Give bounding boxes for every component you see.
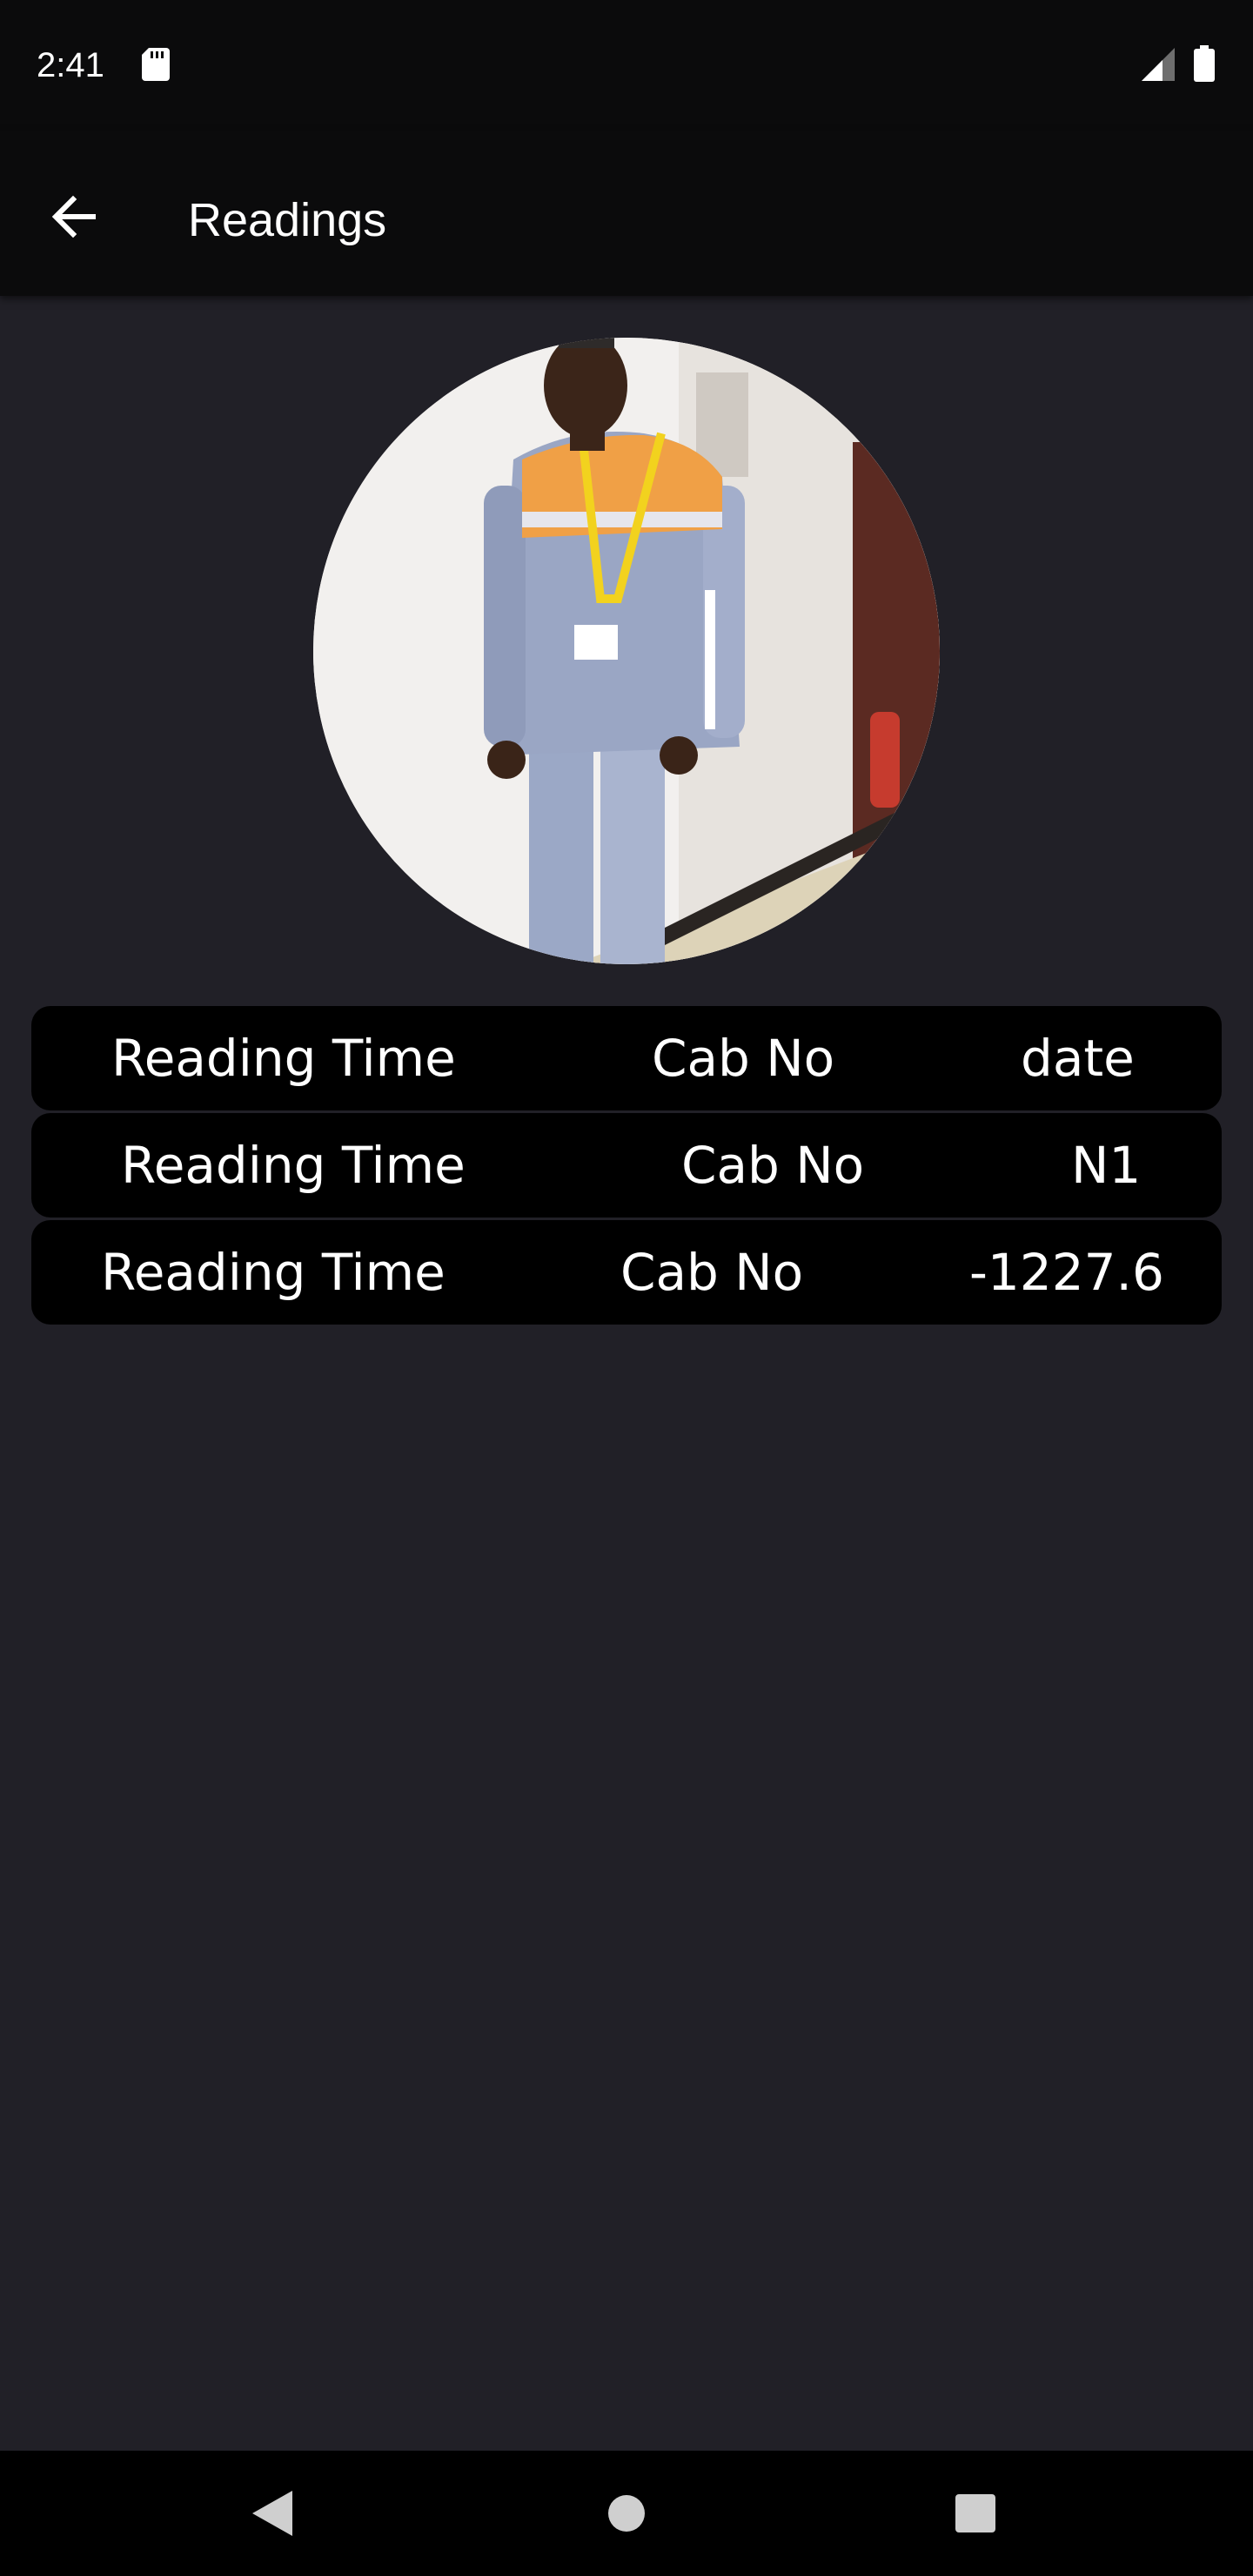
reading-row[interactable]: Reading Time Cab No N1 [31, 1113, 1222, 1218]
status-bar: 2:41 [0, 0, 1253, 131]
cab-no-label: Cab No [681, 1136, 865, 1195]
nav-home-icon[interactable] [607, 2494, 646, 2536]
cab-no-label: Cab No [652, 1029, 835, 1088]
reading-time-label: Reading Time [101, 1243, 446, 1302]
back-button[interactable] [42, 187, 104, 250]
system-nav-bar [0, 2451, 1253, 2576]
reading-row[interactable]: Reading Time Cab No date [31, 1006, 1222, 1110]
reading-row[interactable]: Reading Time Cab No -1227.6 [31, 1220, 1222, 1325]
signal-icon [1142, 48, 1175, 84]
reading-time-label: Reading Time [121, 1136, 466, 1195]
page-title: Readings [188, 194, 387, 246]
reading-value: date [1021, 1029, 1135, 1088]
battery-icon [1194, 45, 1215, 85]
nav-back-icon[interactable] [252, 2491, 292, 2539]
cab-no-label: Cab No [620, 1243, 804, 1302]
arrow-back-icon [50, 194, 97, 243]
reading-value: N1 [1071, 1136, 1142, 1195]
avatar [313, 338, 940, 964]
nav-recents-icon[interactable] [955, 2494, 995, 2536]
reading-time-label: Reading Time [111, 1029, 456, 1088]
reading-value: -1227.6 [969, 1243, 1164, 1302]
status-time: 2:41 [37, 46, 104, 84]
app-bar: Readings [0, 131, 1253, 296]
sd-card-icon [142, 48, 170, 84]
